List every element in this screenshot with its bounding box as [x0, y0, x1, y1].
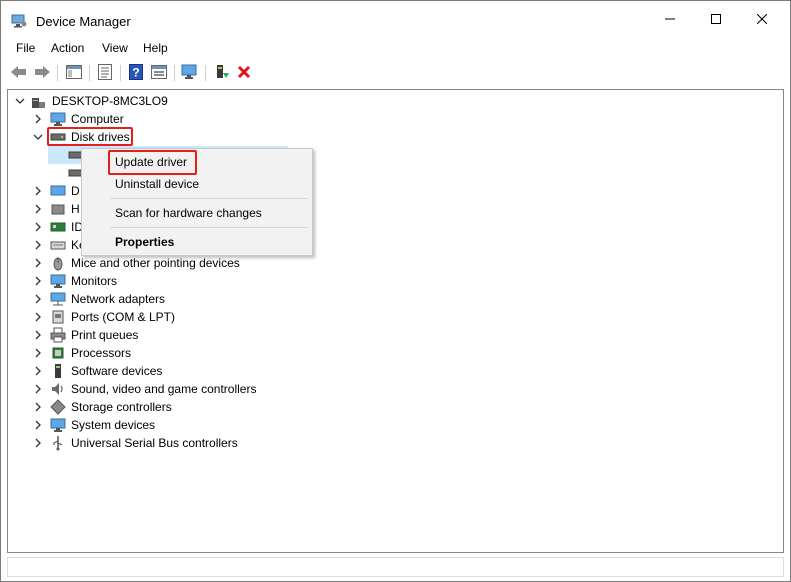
tree-item-label: Storage controllers	[71, 400, 172, 414]
tree-item-label: System devices	[71, 418, 156, 432]
close-button[interactable]	[739, 1, 785, 39]
help-button[interactable]: ?	[126, 63, 146, 83]
tree-item-label: Monitors	[71, 274, 118, 288]
toolbar-separator	[120, 65, 121, 81]
chevron-right-icon[interactable]	[32, 311, 44, 323]
port-icon	[50, 309, 66, 325]
forward-button[interactable]	[32, 64, 52, 82]
device-manager-app-icon	[11, 14, 27, 28]
show-hide-console-tree-button[interactable]	[64, 64, 84, 82]
toolbar-separator	[205, 65, 206, 81]
toolbar-separator	[174, 65, 175, 81]
maximize-button[interactable]	[693, 1, 739, 39]
svg-text:?: ?	[132, 65, 139, 79]
close-icon	[756, 13, 768, 27]
forward-icon	[33, 65, 51, 82]
menu-help[interactable]: Help	[143, 41, 168, 55]
context-menu: Update driver Uninstall device Scan for …	[81, 148, 313, 256]
printer-icon	[50, 327, 66, 343]
network-adapter-icon	[50, 291, 66, 307]
chevron-down-icon[interactable]	[14, 95, 26, 107]
chevron-right-icon[interactable]	[32, 113, 44, 125]
chevron-right-icon[interactable]	[32, 293, 44, 305]
tree-item-label: Processors	[71, 346, 132, 360]
scan-hardware-button[interactable]	[180, 64, 200, 82]
chevron-right-icon[interactable]	[32, 239, 44, 251]
chevron-right-icon[interactable]	[32, 329, 44, 341]
uninstall-button[interactable]	[234, 64, 254, 82]
toolbar: ?	[1, 59, 790, 87]
window-title: Device Manager	[36, 14, 131, 29]
show-hide-console-tree-icon	[66, 64, 82, 82]
minimize-button[interactable]	[647, 1, 693, 39]
hid-icon	[50, 201, 66, 217]
toolbar-separator	[57, 65, 58, 81]
tree-item-label: Universal Serial Bus controllers	[71, 436, 238, 450]
chevron-right-icon[interactable]	[32, 347, 44, 359]
chevron-right-icon[interactable]	[32, 437, 44, 449]
chevron-down-icon[interactable]	[32, 131, 44, 143]
computer-tower-icon	[30, 93, 46, 109]
tree-item-label: D	[71, 184, 80, 198]
toolbar-separator	[89, 65, 90, 81]
tree-item-label: Mice and other pointing devices	[71, 256, 240, 270]
system-device-icon	[50, 417, 66, 433]
storage-controller-icon	[50, 399, 66, 415]
maximize-icon	[711, 13, 721, 27]
software-device-icon	[50, 363, 66, 379]
view-button[interactable]	[149, 64, 169, 82]
tree-item-label: Ports (COM & LPT)	[71, 310, 176, 324]
view-icon	[151, 64, 167, 82]
update-driver-highlight	[108, 150, 197, 175]
menu-view[interactable]: View	[102, 41, 128, 55]
scan-hardware-icon	[181, 64, 199, 83]
help-icon: ?	[129, 63, 143, 83]
device-manager-window: Device Manager File Action View Help ? D…	[0, 0, 791, 582]
minimize-icon	[665, 13, 675, 27]
properties-icon	[98, 63, 112, 83]
menu-separator	[110, 227, 308, 228]
ide-controller-icon	[50, 219, 66, 235]
display-adapter-icon	[50, 183, 66, 199]
speaker-icon	[50, 381, 66, 397]
chevron-right-icon[interactable]	[32, 365, 44, 377]
chevron-right-icon[interactable]	[32, 257, 44, 269]
back-icon	[10, 65, 28, 82]
tree-root-label: DESKTOP-8MC3LO9	[52, 94, 168, 108]
monitor-icon	[50, 273, 66, 289]
tree-item-label: Sound, video and game controllers	[71, 382, 257, 396]
tree-item-label: Print queues	[71, 328, 139, 342]
processor-icon	[50, 345, 66, 361]
uninstall-icon	[237, 65, 251, 82]
title-bar[interactable]: Device Manager	[1, 1, 790, 39]
menu-item-scan-hardware[interactable]: Scan for hardware changes	[115, 206, 262, 220]
menu-file[interactable]: File	[16, 41, 35, 55]
disk-drives-highlight	[47, 127, 133, 146]
tree-item-label: H	[71, 202, 80, 216]
menu-separator	[110, 198, 308, 199]
status-bar	[7, 557, 784, 577]
update-driver-button[interactable]	[212, 64, 232, 82]
chevron-right-icon[interactable]	[32, 275, 44, 287]
menu-item-uninstall-device[interactable]: Uninstall device	[115, 177, 199, 191]
properties-button[interactable]	[95, 63, 115, 83]
chevron-right-icon[interactable]	[32, 401, 44, 413]
computer-icon	[50, 111, 66, 127]
tree-item-label: Software devices	[71, 364, 163, 378]
menu-bar: File Action View Help	[1, 39, 790, 59]
menu-item-properties[interactable]: Properties	[115, 235, 174, 249]
chevron-right-icon[interactable]	[32, 185, 44, 197]
keyboard-icon	[50, 237, 66, 253]
chevron-right-icon[interactable]	[32, 383, 44, 395]
menu-action[interactable]: Action	[51, 41, 84, 55]
tree-item-label: Computer	[71, 112, 124, 126]
tree-item-label: Network adapters	[71, 292, 166, 306]
chevron-right-icon[interactable]	[32, 419, 44, 431]
chevron-right-icon[interactable]	[32, 203, 44, 215]
back-button[interactable]	[9, 64, 29, 82]
chevron-right-icon[interactable]	[32, 221, 44, 233]
mouse-icon	[50, 255, 66, 271]
usb-icon	[50, 435, 66, 451]
update-driver-icon	[214, 64, 230, 83]
